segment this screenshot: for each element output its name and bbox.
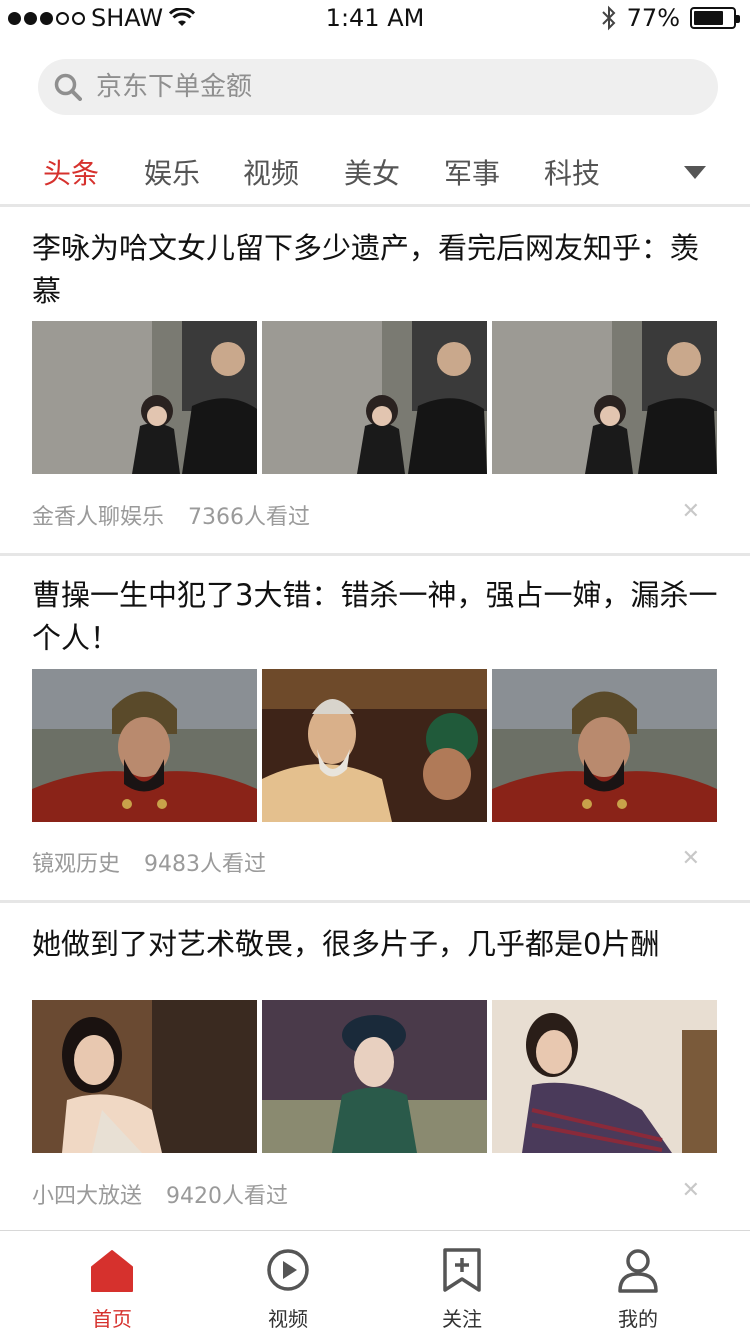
nav-label: 关注 [442, 1307, 482, 1331]
nav-home[interactable]: 首页 [42, 1231, 182, 1335]
news-photo [492, 321, 717, 474]
tab-beauty[interactable]: 美女 [344, 152, 400, 192]
nav-video[interactable]: 视频 [218, 1231, 358, 1335]
user-icon [618, 1249, 658, 1293]
news-photo [262, 1000, 487, 1153]
close-icon[interactable]: ✕ [682, 1178, 700, 1203]
news-photo [32, 669, 257, 822]
tab-video[interactable]: 视频 [243, 152, 299, 192]
news-photo [262, 321, 487, 474]
news-photo [492, 669, 717, 822]
nav-profile[interactable]: 我的 [568, 1231, 708, 1335]
news-title[interactable]: 李咏为哈文女儿留下多少遗产，看完后网友知乎：羡慕 [32, 227, 722, 313]
search-input[interactable] [94, 71, 658, 103]
tab-headlines[interactable]: 头条 [43, 152, 99, 192]
category-tabs: 头条 娱乐 视频 美女 军事 科技 [0, 140, 750, 204]
status-right: 77% [601, 4, 740, 32]
news-images [32, 1000, 717, 1153]
news-photo [492, 1000, 717, 1153]
news-meta: 金香人聊娱乐 7366人看过 [32, 499, 310, 531]
tab-entertainment[interactable]: 娱乐 [144, 152, 200, 192]
bottom-nav: 首页 视频 关注 我的 [0, 1230, 750, 1335]
status-bar: SHAW 1:41 AM 77% [0, 0, 750, 40]
close-icon[interactable]: ✕ [682, 499, 700, 524]
nav-label: 视频 [268, 1307, 308, 1331]
news-views: 9420人看过 [166, 1184, 289, 1209]
news-photo [32, 1000, 257, 1153]
nav-follow[interactable]: 关注 [392, 1231, 532, 1335]
close-icon[interactable]: ✕ [682, 846, 700, 871]
news-card[interactable]: 她做到了对艺术敬畏，很多片子，几乎都是0片酬 小四大放送 9420人看过 ✕ [0, 903, 750, 1229]
news-images [32, 321, 717, 474]
news-title[interactable]: 她做到了对艺术敬畏，很多片子，几乎都是0片酬 [32, 923, 722, 966]
battery-percent: 77% [626, 4, 680, 32]
news-images [32, 669, 717, 822]
news-photo [262, 669, 487, 822]
news-views: 9483人看过 [144, 852, 267, 877]
news-title[interactable]: 曹操一生中犯了3大错：错杀一神，强占一婶，漏杀一个人！ [32, 574, 722, 660]
search-bar[interactable] [38, 59, 718, 115]
news-photo [32, 321, 257, 474]
tab-military[interactable]: 军事 [444, 152, 500, 192]
news-card[interactable]: 李咏为哈文女儿留下多少遗产，看完后网友知乎：羡慕 金香人聊娱乐 7366人看过 … [0, 207, 750, 553]
tab-technology[interactable]: 科技 [544, 152, 600, 192]
news-source: 小四大放送 [32, 1184, 143, 1209]
home-icon [91, 1250, 133, 1292]
news-card[interactable]: 曹操一生中犯了3大错：错杀一神，强占一婶，漏杀一个人！ 镜观历史 9483人看过… [0, 556, 750, 900]
battery-icon [690, 7, 740, 29]
news-meta: 小四大放送 9420人看过 [32, 1178, 288, 1210]
news-meta: 镜观历史 9483人看过 [32, 846, 266, 878]
nav-label: 首页 [92, 1307, 132, 1331]
bookmark-plus-icon [443, 1248, 481, 1292]
search-icon [54, 73, 82, 101]
news-views: 7366人看过 [188, 505, 311, 530]
play-circle-icon [267, 1249, 309, 1291]
news-source: 镜观历史 [32, 852, 121, 877]
news-source: 金香人聊娱乐 [32, 505, 165, 530]
nav-label: 我的 [618, 1307, 658, 1331]
bluetooth-icon [601, 5, 616, 31]
chevron-down-icon[interactable] [684, 166, 706, 179]
